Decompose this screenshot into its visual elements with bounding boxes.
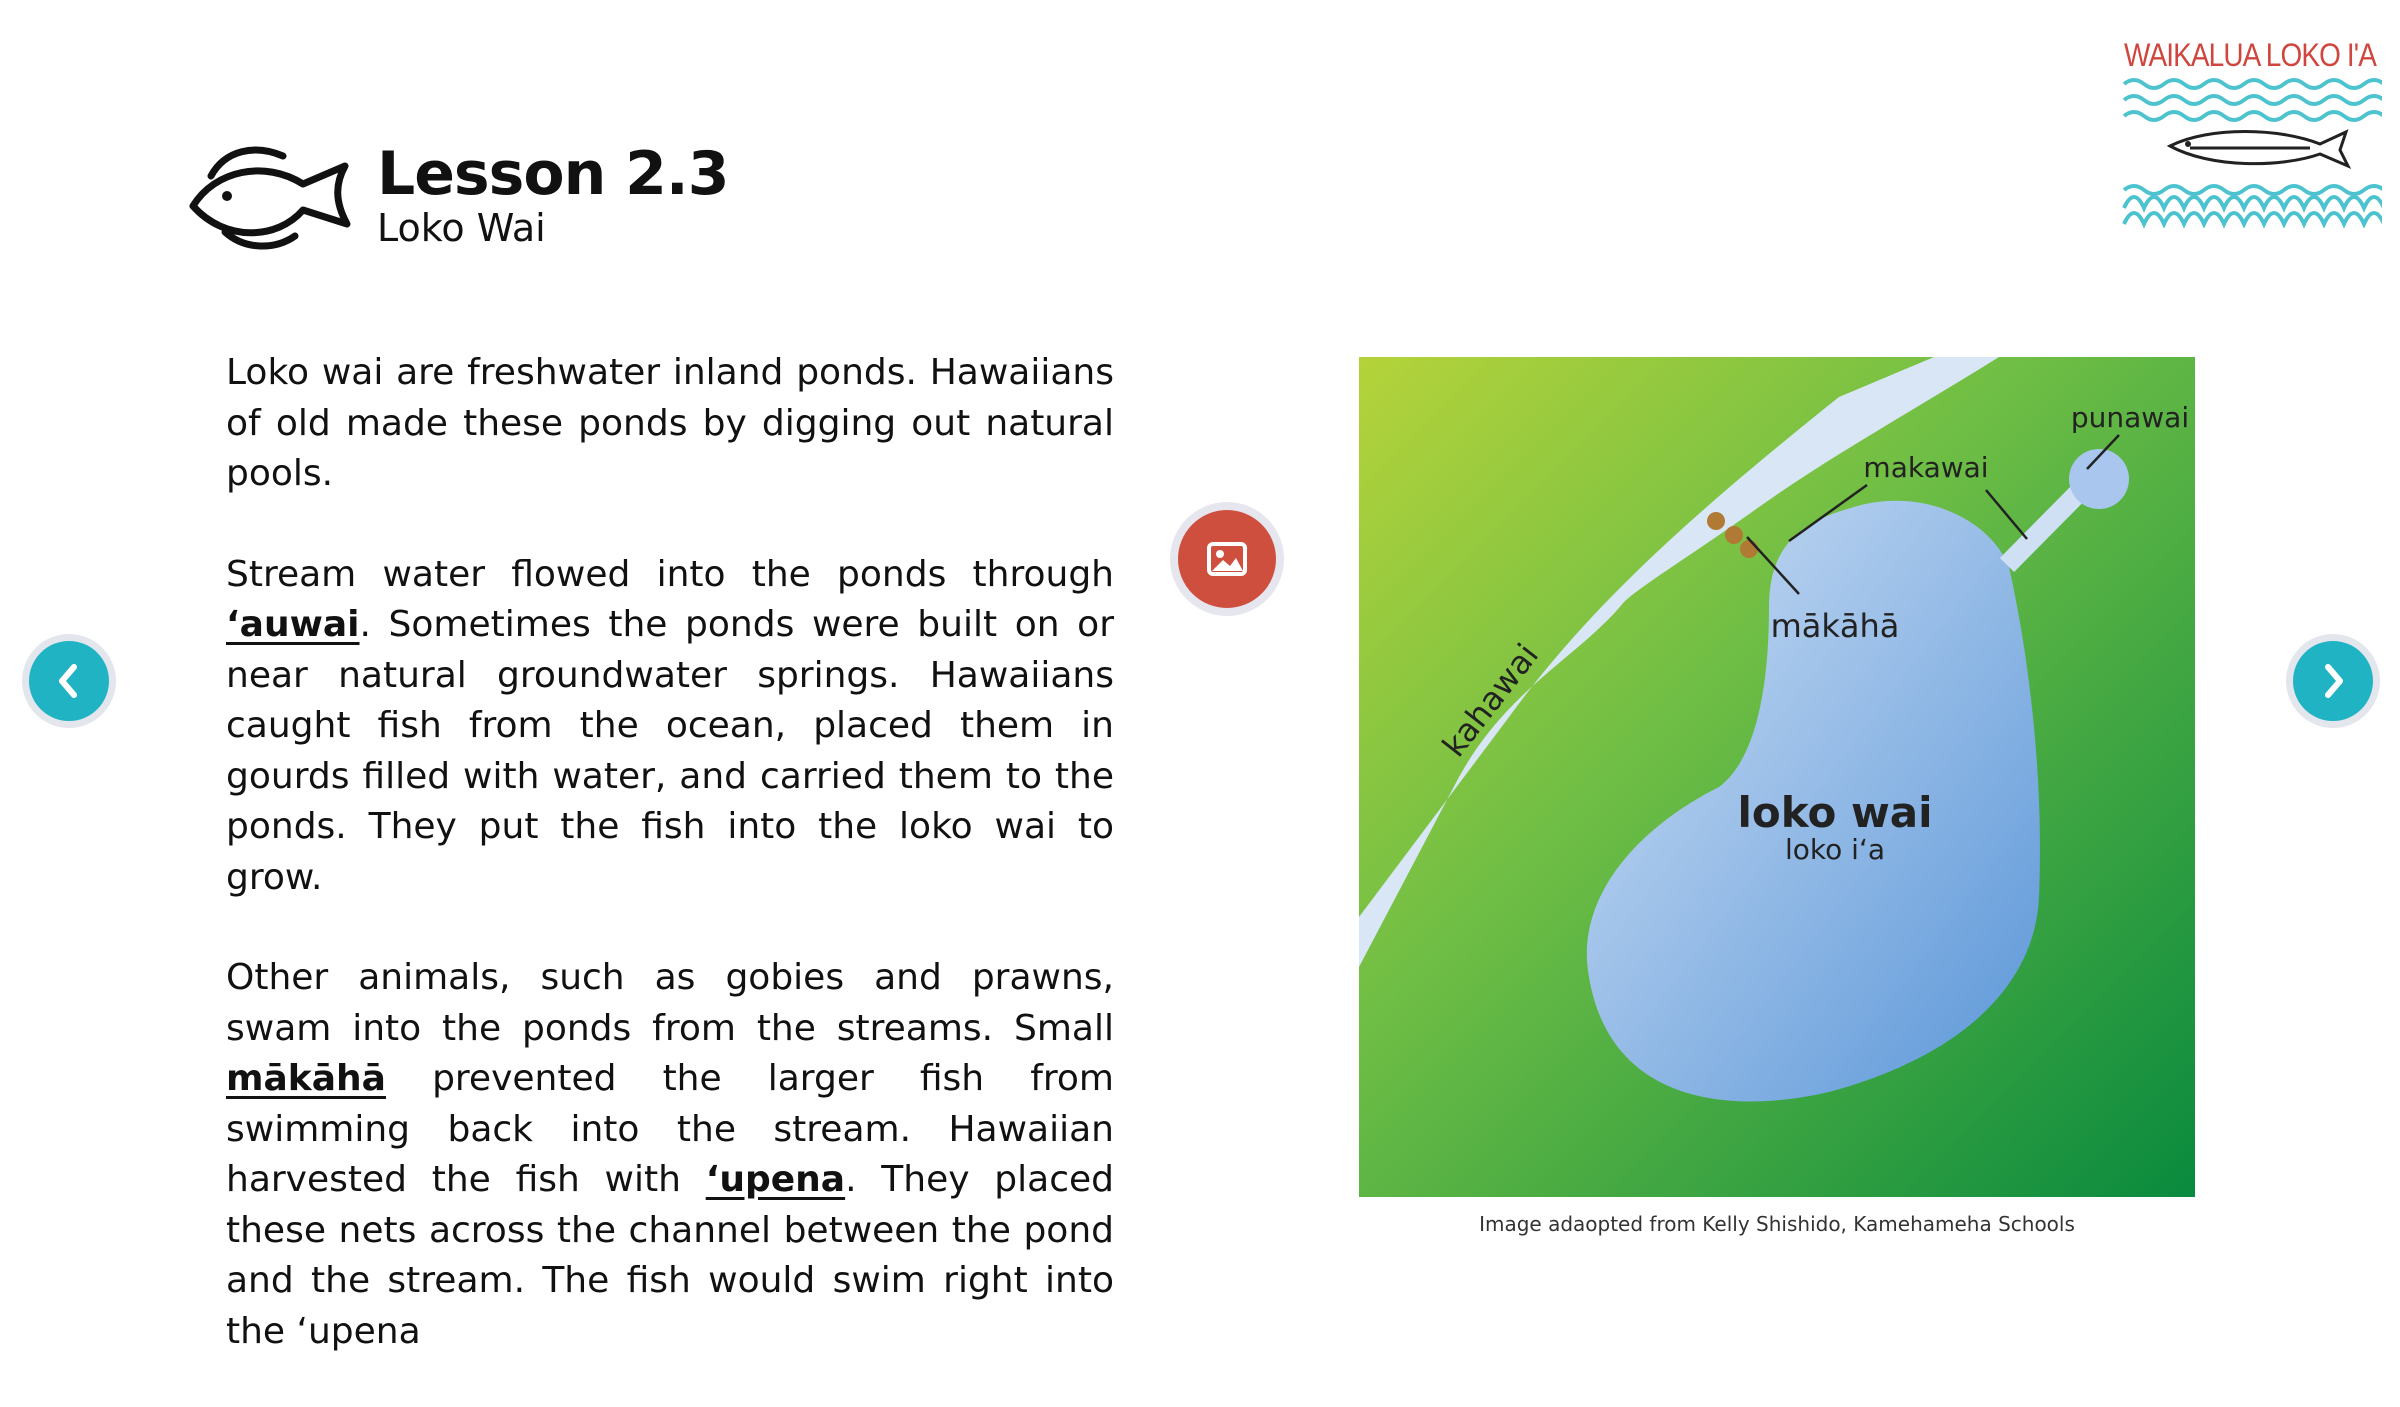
paragraph-3-text-a: Other animals, such as gobies and prawns…: [226, 957, 1114, 1049]
logo-text: WAIKALUA LOKO I'A: [2124, 37, 2377, 73]
chevron-left-icon: [59, 664, 77, 698]
page-subtitle: Loko Wai: [377, 206, 546, 250]
label-makaha: mākāhā: [1771, 607, 1900, 645]
paragraph-3: Other animals, such as gobies and prawns…: [226, 953, 1114, 1357]
term-upena-link[interactable]: ʻupena: [706, 1159, 845, 1200]
paragraph-2: Stream water flowed into the ponds throu…: [226, 550, 1114, 904]
label-loko-wai: loko wai: [1737, 788, 1932, 837]
paragraph-2-text-b: . Sometimes the ponds were built on or n…: [226, 604, 1114, 898]
label-loko-ia: loko iʻa: [1785, 833, 1885, 866]
page-title: Lesson 2.3: [377, 139, 729, 209]
term-auwai-link[interactable]: ʻauwai: [226, 604, 360, 645]
previous-button[interactable]: [22, 634, 116, 728]
label-makawai: makawai: [1863, 451, 1988, 484]
paragraph-1: Loko wai are freshwater inland ponds. Ha…: [226, 348, 1114, 500]
makaha-gate: [1725, 526, 1743, 544]
makaha-gate: [1740, 540, 1758, 558]
chevron-right-icon: [2325, 664, 2343, 698]
term-makaha-link[interactable]: mākāhā: [226, 1058, 386, 1099]
waikalua-logo: WAIKALUA LOKO I'A: [2122, 37, 2382, 228]
label-punawai: punawai: [2071, 401, 2189, 434]
next-button[interactable]: [2286, 634, 2380, 728]
image-button[interactable]: [1170, 502, 1284, 616]
paragraph-2-text-a: Stream water flowed into the ponds throu…: [226, 553, 1114, 595]
loko-wai-diagram: punawai makawai mākāhā kahawai loko wai …: [1359, 357, 2195, 1197]
lesson-header: Lesson 2.3 Loko Wai: [185, 139, 729, 252]
paragraph-1-text: Loko wai are freshwater inland ponds. Ha…: [226, 352, 1114, 494]
image-icon: [1207, 542, 1247, 576]
makaha-gate: [1707, 512, 1725, 530]
image-caption: Image adaopted from Kelly Shishido, Kame…: [1479, 1212, 2075, 1236]
fish-icon: [189, 146, 351, 250]
lesson-body: Loko wai are freshwater inland ponds. Ha…: [226, 348, 1114, 1407]
